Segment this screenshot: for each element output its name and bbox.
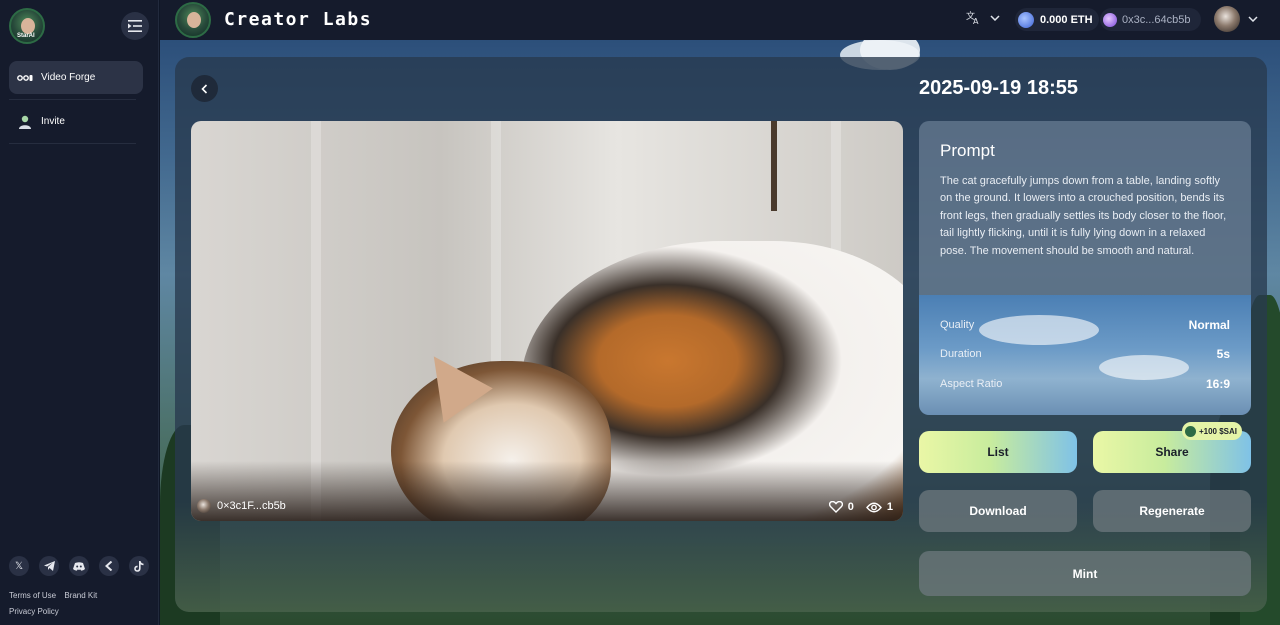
collapse-sidebar-button[interactable] — [121, 12, 149, 40]
share-label: Share — [1155, 445, 1189, 459]
eth-balance[interactable]: 0.000 ETH — [1015, 8, 1099, 31]
brand-avatar[interactable]: StarAI — [9, 8, 45, 44]
wallet-address[interactable]: 0x3c...64cb5b — [1100, 8, 1201, 31]
sidebar-item-label: Video Forge — [41, 72, 96, 83]
list-button[interactable]: List — [919, 431, 1077, 473]
privacy-link[interactable]: Privacy Policy — [9, 607, 59, 616]
coin-icon — [1184, 425, 1196, 437]
video-detail-panel: 0×3c1F...cb5b 0 1 2025-09-19 18:55 Promp… — [175, 57, 1267, 612]
spec-card: Quality Normal Duration 5s Aspect Ratio … — [919, 295, 1251, 415]
language-selector[interactable]: 文 A — [966, 11, 1000, 24]
reward-text: +100 $SAI — [1198, 426, 1237, 436]
heart-icon — [828, 501, 843, 513]
divider — [9, 143, 136, 144]
user-icon — [17, 114, 33, 130]
chevron-down-icon — [990, 14, 1000, 21]
owner-address: 0×3c1F...cb5b — [217, 500, 286, 512]
wallet-icon — [1103, 12, 1117, 27]
sidebar: StarAI Video Forge Invite 𝕏 Terms of Use… — [0, 0, 159, 625]
legal-links: Terms of Use Brand Kit — [9, 591, 103, 600]
translate-icon: 文 A — [966, 11, 979, 24]
balance-value: 0.000 ETH — [1040, 13, 1093, 26]
prompt-text: The cat gracefully jumps down from a tab… — [940, 175, 1227, 257]
spec-key: Aspect Ratio — [940, 378, 1003, 390]
download-button[interactable]: Download — [919, 490, 1077, 532]
mint-label: Mint — [1072, 566, 1098, 581]
sidebar-item-video-forge[interactable]: Video Forge — [9, 61, 143, 94]
terms-link[interactable]: Terms of Use — [9, 591, 56, 600]
video-owner[interactable]: 0×3c1F...cb5b — [197, 499, 286, 513]
reward-badge: +100 $SAI — [1181, 422, 1242, 440]
like-count: 0 — [847, 501, 854, 513]
spec-value: Normal — [1188, 318, 1230, 332]
mint-button[interactable]: Mint — [919, 551, 1251, 596]
regenerate-button[interactable]: Regenerate — [1093, 490, 1251, 532]
prompt-title: Prompt — [940, 141, 995, 160]
creation-date: 2025-09-19 18:55 — [919, 77, 1079, 99]
sidebar-item-invite[interactable]: Invite — [9, 105, 143, 138]
video-stats: 0 1 — [828, 501, 893, 513]
view-stat: 1 — [865, 501, 893, 513]
spec-aspect-ratio: Aspect Ratio 16:9 — [940, 377, 1230, 391]
view-count: 1 — [886, 501, 893, 513]
user-menu-chevron[interactable] — [1248, 11, 1258, 25]
user-avatar[interactable] — [1214, 6, 1240, 32]
app-logo[interactable] — [175, 2, 211, 38]
x-icon[interactable]: 𝕏 — [9, 556, 29, 576]
spec-quality: Quality Normal — [940, 318, 1230, 332]
social-links: 𝕏 — [9, 556, 149, 576]
regenerate-label: Regenerate — [1139, 504, 1205, 518]
video-icon — [17, 70, 33, 86]
divider — [9, 99, 136, 100]
spec-value: 16:9 — [1205, 377, 1230, 391]
prompt-card: Prompt The cat gracefully jumps down fro… — [919, 121, 1251, 296]
like-button[interactable]: 0 — [828, 501, 854, 513]
sidebar-item-label: Invite — [41, 116, 65, 127]
avatar-tag: StarAI — [17, 33, 35, 39]
wallet-value: 0x3c...64cb5b — [1122, 13, 1191, 26]
brand-kit-link[interactable]: Brand Kit — [64, 591, 97, 600]
top-bar: Creator Labs 文 A 0.000 ETH 0x3c...64cb5b — [160, 0, 1280, 40]
list-label: List — [987, 445, 1009, 459]
background-pole — [771, 121, 777, 211]
video-shade — [191, 461, 903, 521]
legal-links-2: Privacy Policy — [9, 607, 65, 616]
tiktok-icon[interactable] — [129, 556, 149, 576]
app-title: Creator Labs — [224, 9, 373, 30]
video-player[interactable]: 0×3c1F...cb5b 0 1 — [191, 121, 903, 521]
eye-icon — [865, 502, 882, 512]
spec-duration: Duration 5s — [940, 347, 1230, 361]
discord-icon[interactable] — [69, 556, 89, 576]
chevron-left-icon — [201, 83, 208, 94]
menu-collapse-icon — [128, 20, 142, 32]
chevron-down-icon — [1248, 16, 1258, 23]
download-label: Download — [969, 504, 1027, 518]
spec-key: Duration — [940, 348, 982, 360]
back-icon[interactable] — [99, 556, 119, 576]
svg-text:A: A — [973, 17, 979, 24]
spec-key: Quality — [940, 319, 975, 331]
owner-avatar — [197, 499, 211, 513]
eth-icon — [1018, 11, 1034, 28]
share-button[interactable]: Share +100 $SAI — [1093, 422, 1251, 473]
spec-value: 5s — [1216, 347, 1230, 361]
back-button[interactable] — [191, 75, 218, 102]
telegram-icon[interactable] — [39, 556, 59, 576]
